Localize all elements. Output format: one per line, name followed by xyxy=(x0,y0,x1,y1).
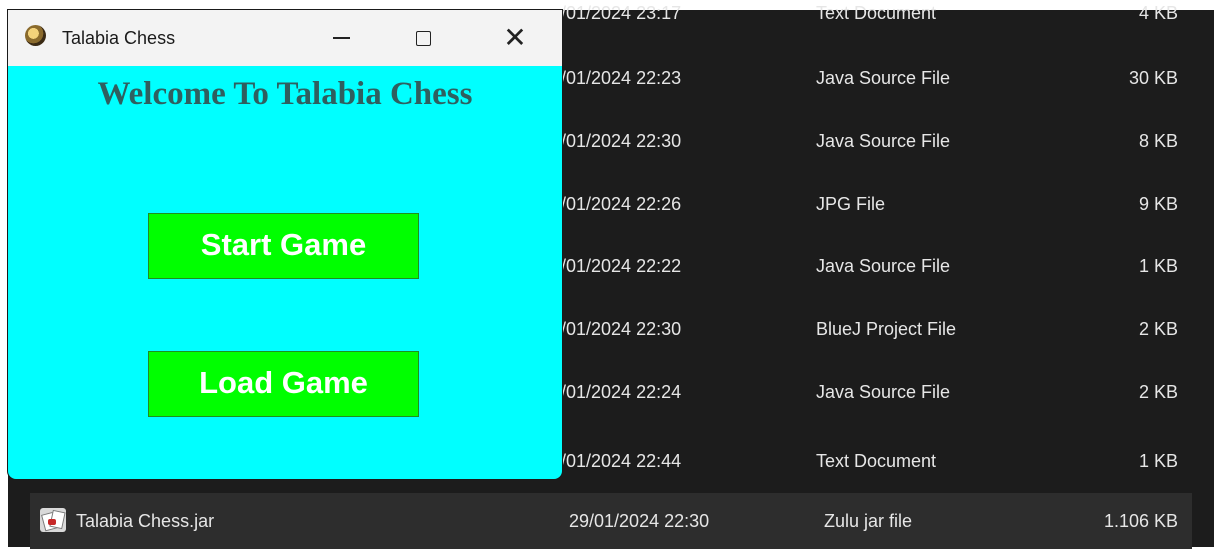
file-type: Java Source File xyxy=(816,131,951,151)
file-date: 29/01/2024 22:30 xyxy=(569,511,710,531)
maximize-icon xyxy=(415,30,431,46)
file-date: /01/2024 22:44 xyxy=(561,451,682,471)
file-type: Text Document xyxy=(816,3,937,23)
chess-app-icon xyxy=(25,25,46,46)
file-size: 30 KB xyxy=(1128,68,1178,88)
file-type: Text Document xyxy=(816,451,937,471)
start-game-button[interactable]: Start Game xyxy=(148,213,419,279)
file-type: BlueJ Project File xyxy=(816,319,957,339)
file-size: 8 KB xyxy=(1138,131,1178,151)
window-title: Talabia Chess xyxy=(62,28,176,48)
file-size: 2 KB xyxy=(1138,382,1178,402)
file-size: 4 KB xyxy=(1138,3,1178,23)
file-type: Java Source File xyxy=(816,256,951,276)
talabia-chess-window: Talabia Chess ✕ Welcome To Talabia Chess… xyxy=(8,10,562,479)
file-date: /01/2024 22:24 xyxy=(561,382,682,402)
file-size: 2 KB xyxy=(1138,319,1178,339)
file-date: /01/2024 22:23 xyxy=(561,68,682,88)
file-size: 1 KB xyxy=(1138,256,1178,276)
close-icon: ✕ xyxy=(503,21,527,54)
file-name: Talabia Chess.jar xyxy=(76,511,215,531)
minimize-icon xyxy=(332,37,350,39)
close-button[interactable]: ✕ xyxy=(492,10,538,66)
minimize-button[interactable] xyxy=(318,10,364,66)
window-titlebar[interactable]: Talabia Chess ✕ xyxy=(8,10,562,66)
welcome-heading: Welcome To Talabia Chess xyxy=(97,76,473,112)
file-size: 1.106 KB xyxy=(1103,511,1178,531)
file-size: 1 KB xyxy=(1138,451,1178,471)
file-type: Java Source File xyxy=(816,68,951,88)
maximize-button[interactable] xyxy=(400,10,446,66)
file-date: /01/2024 22:30 xyxy=(561,319,682,339)
file-type: Java Source File xyxy=(816,382,951,402)
file-row-selected[interactable]: Talabia Chess.jar 29/01/2024 22:30 Zulu … xyxy=(30,493,1192,549)
load-game-button[interactable]: Load Game xyxy=(148,351,419,417)
file-date: /01/2024 22:22 xyxy=(561,256,682,276)
jar-file-icon xyxy=(40,508,66,532)
file-type: JPG File xyxy=(816,194,886,214)
file-date: /01/2024 22:26 xyxy=(561,194,682,214)
file-date: /01/2024 22:30 xyxy=(561,131,682,151)
file-size: 9 KB xyxy=(1138,194,1178,214)
file-type: Zulu jar file xyxy=(824,511,913,531)
file-date: /01/2024 23:17 xyxy=(561,3,682,23)
